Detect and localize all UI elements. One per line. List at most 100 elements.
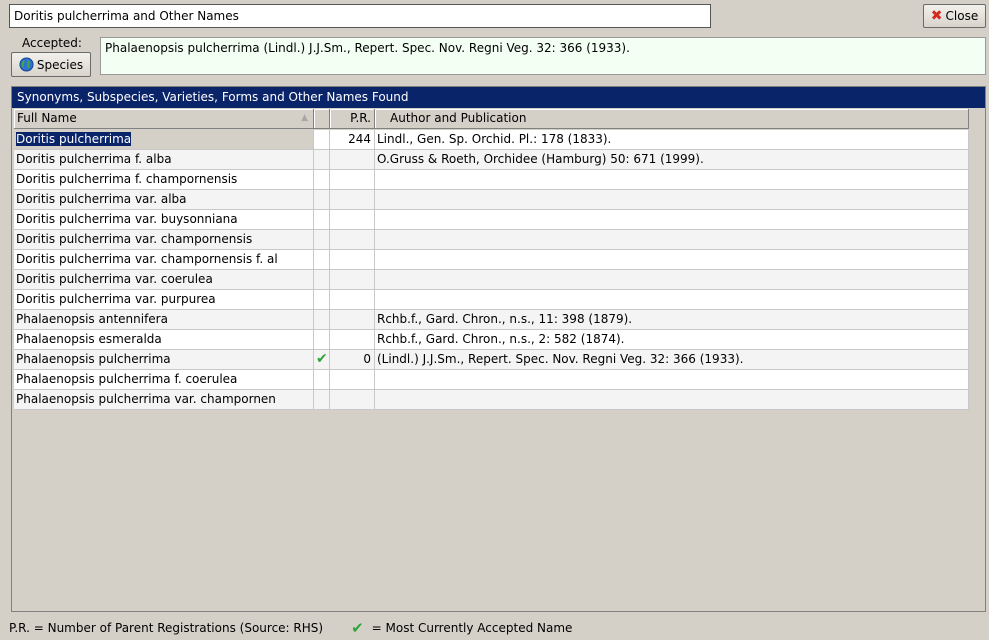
close-button-label: Close — [945, 9, 979, 23]
cell-full-name[interactable]: Phalaenopsis pulcherrima var. champornen — [14, 390, 314, 410]
cell-author[interactable] — [375, 290, 969, 310]
cell-pr[interactable] — [330, 250, 375, 270]
cell-pr[interactable] — [330, 190, 375, 210]
cell-accepted[interactable] — [314, 270, 330, 290]
cell-full-name[interactable]: Doritis pulcherrima — [14, 130, 314, 150]
names-grid: Synonyms, Subspecies, Varieties, Forms a… — [11, 86, 986, 612]
table-row[interactable]: Doritis pulcherrima var. champornensis — [14, 230, 969, 250]
full-name-text: Doritis pulcherrima var. champornensis f… — [16, 252, 278, 266]
cell-pr[interactable]: 0 — [330, 350, 375, 370]
cell-pr[interactable] — [330, 210, 375, 230]
cell-accepted[interactable]: ✔ — [314, 350, 330, 370]
cell-accepted[interactable] — [314, 150, 330, 170]
table-row[interactable]: Doritis pulcherrima var. coerulea — [14, 270, 969, 290]
full-name-text: Doritis pulcherrima var. buysonniana — [16, 212, 238, 226]
cell-full-name[interactable]: Doritis pulcherrima var. alba — [14, 190, 314, 210]
cell-accepted[interactable] — [314, 210, 330, 230]
cell-author[interactable] — [375, 250, 969, 270]
col-header-full-name[interactable]: Full Name ▲ — [14, 109, 314, 129]
full-name-text: Doritis pulcherrima var. purpurea — [16, 292, 216, 306]
cell-pr[interactable] — [330, 290, 375, 310]
cell-accepted[interactable] — [314, 330, 330, 350]
table-row[interactable]: Phalaenopsis pulcherrima ✔ 0 (Lindl.) J.J.S… — [14, 350, 969, 370]
cell-full-name[interactable]: Doritis pulcherrima var. purpurea — [14, 290, 314, 310]
cell-accepted[interactable] — [314, 170, 330, 190]
full-name-text: Phalaenopsis pulcherrima f. coerulea — [16, 372, 238, 386]
cell-author[interactable] — [375, 370, 969, 390]
cell-full-name[interactable]: Phalaenopsis antennifera — [14, 310, 314, 330]
full-name-text: Phalaenopsis esmeralda — [16, 332, 162, 346]
cell-author[interactable]: Rchb.f., Gard. Chron., n.s., 11: 398 (18… — [375, 310, 969, 330]
cell-accepted[interactable] — [314, 130, 330, 150]
cell-pr[interactable] — [330, 310, 375, 330]
close-icon: ✖ — [930, 8, 943, 24]
cell-full-name[interactable]: Doritis pulcherrima var. buysonniana — [14, 210, 314, 230]
cell-accepted[interactable] — [314, 290, 330, 310]
cell-full-name[interactable]: Phalaenopsis pulcherrima f. coerulea — [14, 370, 314, 390]
full-name-text: Phalaenopsis antennifera — [16, 312, 168, 326]
cell-pr[interactable] — [330, 330, 375, 350]
close-button[interactable]: ✖ Close — [923, 4, 986, 28]
col-header-pr[interactable]: P.R. — [330, 109, 375, 129]
cell-full-name[interactable]: Phalaenopsis pulcherrima — [14, 350, 314, 370]
title-field[interactable]: Doritis pulcherrima and Other Names — [9, 4, 711, 28]
table-row[interactable]: Doritis pulcherrima f. champornensis — [14, 170, 969, 190]
check-icon: ✔ — [351, 619, 364, 637]
full-name-text: Doritis pulcherrima var. alba — [16, 192, 187, 206]
col-header-author[interactable]: Author and Publication — [375, 109, 969, 129]
table-row[interactable]: Phalaenopsis antennifera Rchb.f., Gard. C… — [14, 310, 969, 330]
cell-author[interactable] — [375, 270, 969, 290]
cell-full-name[interactable]: Doritis pulcherrima var. champornensis f… — [14, 250, 314, 270]
table-row[interactable]: Phalaenopsis esmeralda Rchb.f., Gard. Chr… — [14, 330, 969, 350]
grid-rows: Doritis pulcherrima 244 Lindl., Gen. Sp. O… — [14, 130, 969, 410]
full-name-text: Doritis pulcherrima f. champornensis — [16, 172, 238, 186]
cell-author[interactable] — [375, 170, 969, 190]
col-header-accepted[interactable] — [314, 109, 330, 129]
cell-author[interactable] — [375, 230, 969, 250]
table-row[interactable]: Doritis pulcherrima var. champornensis f… — [14, 250, 969, 270]
footer-legend: P.R. = Number of Parent Registrations (S… — [9, 619, 573, 637]
cell-full-name[interactable]: Doritis pulcherrima f. champornensis — [14, 170, 314, 190]
sort-ascending-icon: ▲ — [301, 113, 308, 123]
cell-accepted[interactable] — [314, 190, 330, 210]
cell-author[interactable]: O.Gruss & Roeth, Orchidee (Hamburg) 50: … — [375, 150, 969, 170]
cell-author[interactable]: Lindl., Gen. Sp. Orchid. Pl.: 178 (1833)… — [375, 130, 969, 150]
accepted-label: Accepted: — [22, 36, 82, 50]
full-name-text: Phalaenopsis pulcherrima — [16, 352, 171, 366]
cell-full-name[interactable]: Doritis pulcherrima var. coerulea — [14, 270, 314, 290]
cell-pr[interactable] — [330, 230, 375, 250]
cell-pr[interactable]: 244 — [330, 130, 375, 150]
cell-accepted[interactable] — [314, 230, 330, 250]
cell-pr[interactable] — [330, 150, 375, 170]
cell-author[interactable] — [375, 390, 969, 410]
table-row[interactable]: Doritis pulcherrima var. purpurea — [14, 290, 969, 310]
cell-full-name[interactable]: Doritis pulcherrima var. champornensis — [14, 230, 314, 250]
cell-full-name[interactable]: Doritis pulcherrima f. alba — [14, 150, 314, 170]
cell-pr[interactable] — [330, 390, 375, 410]
cell-pr[interactable] — [330, 270, 375, 290]
full-name-text: Doritis pulcherrima var. champornensis — [16, 232, 253, 246]
species-button[interactable]: Species — [11, 52, 91, 77]
table-row[interactable]: Phalaenopsis pulcherrima var. champornen — [14, 390, 969, 410]
grid-header-row: Full Name ▲ P.R. Author and Publication — [14, 109, 969, 129]
cell-pr[interactable] — [330, 370, 375, 390]
table-row[interactable]: Phalaenopsis pulcherrima f. coerulea — [14, 370, 969, 390]
accepted-legend: = Most Currently Accepted Name — [371, 621, 573, 635]
cell-pr[interactable] — [330, 170, 375, 190]
table-row[interactable]: Doritis pulcherrima var. alba — [14, 190, 969, 210]
cell-accepted[interactable] — [314, 390, 330, 410]
cell-author[interactable]: Rchb.f., Gard. Chron., n.s., 2: 582 (187… — [375, 330, 969, 350]
accepted-name-field[interactable]: Phalaenopsis pulcherrima (Lindl.) J.J.Sm… — [100, 37, 986, 75]
table-row[interactable]: Doritis pulcherrima f. alba O.Gruss & Roe… — [14, 150, 969, 170]
cell-accepted[interactable] — [314, 370, 330, 390]
check-icon: ✔ — [316, 351, 328, 367]
cell-author[interactable]: (Lindl.) J.J.Sm., Repert. Spec. Nov. Reg… — [375, 350, 969, 370]
cell-author[interactable] — [375, 210, 969, 230]
table-row[interactable]: Doritis pulcherrima var. buysonniana — [14, 210, 969, 230]
cell-full-name[interactable]: Phalaenopsis esmeralda — [14, 330, 314, 350]
table-row[interactable]: Doritis pulcherrima 244 Lindl., Gen. Sp. O… — [14, 130, 969, 150]
cell-accepted[interactable] — [314, 250, 330, 270]
cell-accepted[interactable] — [314, 310, 330, 330]
cell-author[interactable] — [375, 190, 969, 210]
full-name-text: Doritis pulcherrima — [16, 132, 132, 146]
